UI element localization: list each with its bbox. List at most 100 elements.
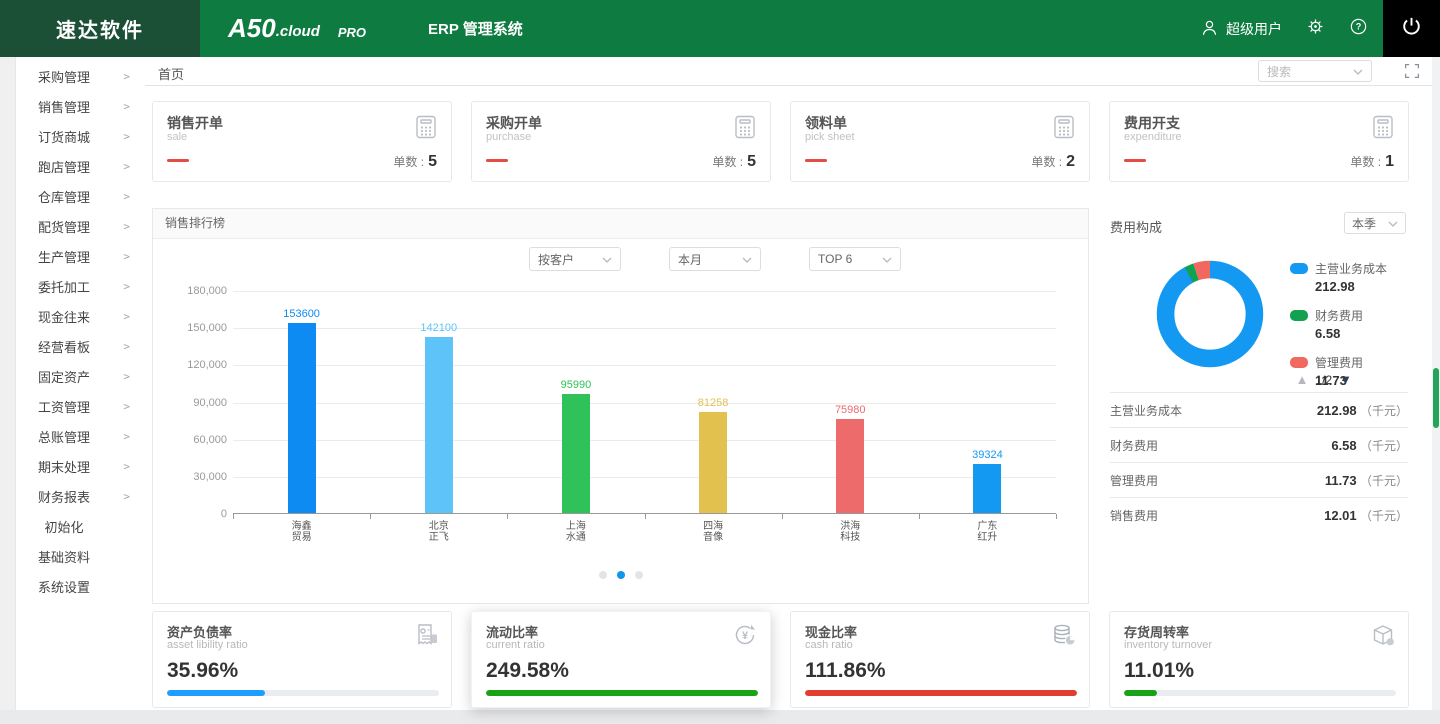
sidebar-item-7[interactable]: 生产管理>: [16, 241, 145, 271]
period-select[interactable]: 本季: [1344, 212, 1406, 234]
sidebar-item-3[interactable]: 订货商城>: [16, 121, 145, 151]
product-edition: PRO: [338, 25, 366, 40]
help-button[interactable]: ?: [1349, 17, 1368, 41]
chevron-right-icon: >: [123, 160, 130, 173]
search-input[interactable]: 搜索: [1258, 60, 1372, 82]
legend-label: 主营业务成本: [1315, 260, 1387, 277]
ratio-card-4[interactable]: 存货周转率inventory turnover11.01%: [1109, 611, 1409, 708]
top-n-filter-select[interactable]: TOP 6: [809, 247, 901, 271]
stat-card-4[interactable]: 费用开支expenditure单数 :1: [1109, 101, 1409, 182]
progress-fill: [486, 690, 758, 696]
chart-filters: 按客户 本月 TOP 6: [529, 247, 901, 271]
sidebar-item-14[interactable]: 期末处理>: [16, 451, 145, 481]
count-value: 5: [747, 153, 756, 170]
settings-button[interactable]: [1306, 17, 1325, 41]
bar-value-label: 39324: [919, 449, 1056, 461]
x-axis-tick: [645, 514, 646, 519]
sidebar-item-9[interactable]: 现金往来>: [16, 301, 145, 331]
bar-value-label: 81258: [645, 397, 782, 409]
month-filter-select[interactable]: 本月: [669, 247, 761, 271]
pager-down-icon[interactable]: ▼: [1339, 372, 1352, 387]
y-axis-label: 120,000: [155, 359, 227, 371]
trend-dash: [805, 159, 827, 162]
expense-row-label: 主营业务成本: [1110, 402, 1182, 419]
sidebar-item-4[interactable]: 跑店管理>: [16, 151, 145, 181]
legend-swatch: [1290, 263, 1308, 274]
bar-广东红升: [973, 464, 1001, 513]
chevron-right-icon: >: [123, 460, 130, 473]
sidebar-item-10[interactable]: 经营看板>: [16, 331, 145, 361]
x-axis-tick: [233, 514, 234, 519]
sidebar-item-16[interactable]: 初始化: [16, 511, 145, 541]
expense-row-unit: （千元）: [1357, 509, 1408, 523]
stat-card-title: 销售开单: [167, 113, 223, 133]
y-axis-label: 30,000: [155, 471, 227, 483]
stat-card-1[interactable]: 销售开单sale单数 :5: [152, 101, 452, 182]
fullscreen-button[interactable]: [1404, 63, 1420, 84]
ratio-card-3[interactable]: 现金比率cash ratio111.86%: [790, 611, 1090, 708]
sidebar-item-5[interactable]: 仓库管理>: [16, 181, 145, 211]
sidebar-item-label: 生产管理: [35, 247, 93, 266]
carousel-dot-1[interactable]: [599, 571, 607, 579]
bar-上海水通: [562, 394, 590, 513]
breadcrumb[interactable]: 首页: [158, 64, 184, 83]
legend-swatch: [1290, 310, 1308, 321]
stat-card-count: 单数 : 2: [1031, 153, 1075, 171]
pager-up-icon[interactable]: ▲: [1296, 372, 1309, 387]
sidebar-item-13[interactable]: 总账管理 >: [16, 421, 145, 451]
ratio-card-2[interactable]: 流动比率current ratio249.58%¥: [471, 611, 771, 708]
stat-card-subtitle: pick sheet: [805, 131, 855, 143]
bar-column: 142100: [370, 291, 507, 513]
ratio-card-value: 11.01%: [1124, 659, 1194, 683]
dimension-filter-select[interactable]: 按客户: [529, 247, 621, 271]
sidebar-item-8[interactable]: 委托加工>: [16, 271, 145, 301]
sidebar-item-15[interactable]: 财务报表>: [16, 481, 145, 511]
sidebar-item-label: 订货商城: [35, 127, 93, 146]
sidebar-item-1[interactable]: 采购管理>: [16, 61, 145, 91]
page-scrollbar[interactable]: [1432, 57, 1440, 710]
expense-row-unit: （千元）: [1357, 474, 1408, 488]
stat-card-3[interactable]: 领料单pick sheet单数 :2: [790, 101, 1090, 182]
app-logo-text: 速达软件: [56, 14, 144, 43]
progress-track: [1124, 690, 1396, 696]
expense-row-value: 6.58 （千元）: [1331, 437, 1408, 454]
scrollbar-thumb[interactable]: [1433, 368, 1439, 428]
topbar: 首页 搜索: [145, 57, 1432, 86]
chevron-right-icon: >: [123, 430, 130, 443]
sidebar-item-label: 仓库管理: [35, 187, 93, 206]
progress-track: [167, 690, 439, 696]
x-axis-tick: [782, 514, 783, 519]
sidebar-item-11[interactable]: 固定资产>: [16, 361, 145, 391]
sidebar-item-17[interactable]: 基础资料: [16, 541, 145, 571]
pager-text: 1/2: [1315, 373, 1332, 387]
legend-pager: ▲ 1/2 ▼: [1296, 372, 1352, 387]
sidebar-item-12[interactable]: 工资管理>: [16, 391, 145, 421]
carousel-dot-3[interactable]: [635, 571, 643, 579]
sidebar-item-6[interactable]: 配货管理>: [16, 211, 145, 241]
sidebar-item-label: 现金往来: [35, 307, 93, 326]
count-value: 2: [1066, 153, 1075, 170]
count-label: 单数 :: [1031, 155, 1062, 169]
y-axis-label: 150,000: [155, 322, 227, 334]
stat-card-2[interactable]: 采购开单purchase单数 :5: [471, 101, 771, 182]
ratio-card-1[interactable]: 资产负债率asset libility ratio35.96%: [152, 611, 452, 708]
legend-value: 6.58: [1315, 326, 1387, 341]
expense-row-unit: （千元）: [1357, 404, 1408, 418]
chevron-right-icon: >: [123, 220, 130, 233]
sales-rank-panel: 销售排行榜 按客户本月TOP 6 153600海鑫贸易142100北京正飞959…: [152, 208, 1089, 604]
chevron-right-icon: >: [123, 370, 130, 383]
x-axis-category-label: 上海水通: [507, 521, 644, 543]
app-logo[interactable]: 速达软件: [0, 0, 200, 57]
bar-value-label: 75980: [782, 404, 919, 416]
stat-card-row: 销售开单sale单数 :5采购开单purchase单数 :5领料单pick sh…: [152, 101, 1409, 182]
sidebar: 采购管理>销售管理>订货商城>跑店管理>仓库管理>配货管理>生产管理>委托加工>…: [0, 57, 145, 710]
carousel-dot-2[interactable]: [617, 571, 625, 579]
sidebar-item-label: 总账管理: [35, 427, 93, 446]
user-menu[interactable]: 超级用户: [1200, 18, 1282, 40]
expense-row-label: 销售费用: [1110, 507, 1158, 524]
sidebar-item-2[interactable]: 销售管理>: [16, 91, 145, 121]
sidebar-item-18[interactable]: 系统设置: [16, 571, 145, 601]
logout-button[interactable]: [1383, 0, 1440, 57]
sidebar-scrollbar[interactable]: [0, 57, 16, 710]
username: 超级用户: [1226, 19, 1282, 39]
